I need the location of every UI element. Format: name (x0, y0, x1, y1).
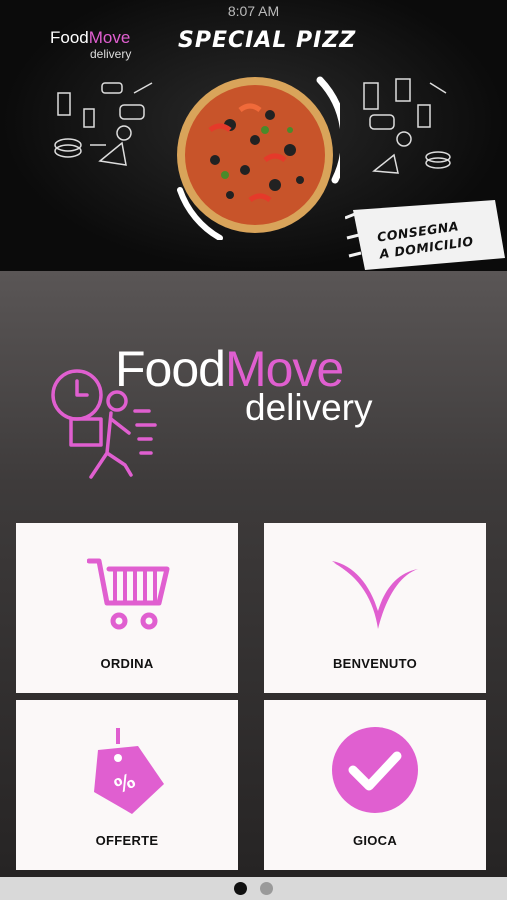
brand-primary: Food (115, 341, 226, 397)
menu-tile-gioca[interactable]: GIOCA (264, 700, 486, 870)
menu-tile-ordina[interactable]: ORDINA (16, 523, 238, 693)
menu-item-label: BENVENUTO (332, 656, 418, 671)
promo-banner[interactable]: FoodMove delivery SPECIAL PIZZ CONSEGNA … (0, 0, 507, 271)
hero-logo-accent: Move (88, 28, 131, 47)
cart-icon (87, 558, 170, 630)
menu-tile-benvenuto[interactable]: BENVENUTO (264, 523, 486, 693)
menu-item-label: OFFERTE (95, 833, 159, 848)
page-dot-active[interactable] (234, 882, 247, 895)
hero-headline: SPECIAL PIZZ (178, 28, 357, 53)
v-logo-icon (332, 561, 418, 629)
price-tag-icon: % (94, 728, 164, 814)
menu-item-label: ORDINA (100, 656, 154, 671)
menu-item-label: GIOCA (352, 833, 398, 848)
hero-logo-sub: delivery (90, 47, 132, 61)
food-doodles-icon (363, 78, 451, 174)
menu-tile-offerte[interactable]: % OFFERTE (16, 700, 238, 870)
main-panel: FoodMove delivery ORDINA BENVENUTO % OFF… (0, 271, 507, 877)
hero-logo-primary: Food (50, 28, 89, 47)
status-bar-time: 8:07 AM (227, 3, 280, 19)
food-doodles-icon (54, 82, 153, 166)
brand-logo: FoodMove delivery (115, 341, 373, 428)
page-dot[interactable] (260, 882, 273, 895)
pizza-image (177, 76, 340, 240)
checkmark-icon (332, 727, 418, 813)
hero-logo: FoodMove delivery (50, 28, 132, 62)
page-indicator (0, 877, 507, 900)
brand-sub: delivery (245, 387, 373, 428)
